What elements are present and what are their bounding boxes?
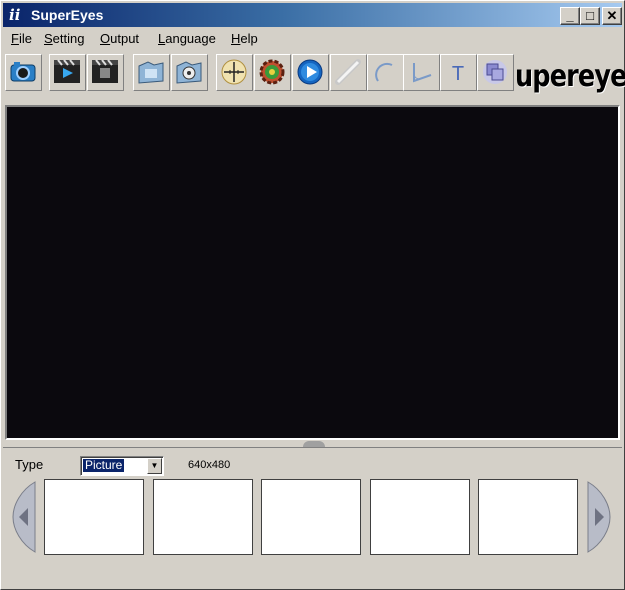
thumbnail-slot-1[interactable] (44, 479, 144, 555)
resolution-label: 640x480 (188, 459, 231, 471)
minimize-button[interactable]: _ (560, 7, 580, 25)
angle-icon (413, 63, 432, 83)
supereyes-logo: upereyes (515, 59, 625, 94)
type-select-value: Picture (83, 458, 125, 472)
settings-button[interactable] (254, 54, 291, 91)
play-icon (297, 59, 323, 85)
measure-arc-button[interactable] (367, 54, 404, 91)
thumbnail-slot-4[interactable] (370, 479, 470, 555)
superEyes-app-icon: ⅱ (9, 6, 21, 24)
arrow-left-icon (12, 481, 36, 553)
folder-icon (138, 61, 164, 84)
toolbar: T upereyes (3, 51, 625, 97)
camera-icon (10, 62, 36, 82)
arc-icon (375, 62, 393, 82)
text-button[interactable]: T (440, 54, 477, 91)
record-video-button[interactable] (49, 54, 86, 91)
thumbnail-slot-2[interactable] (153, 479, 253, 555)
next-button[interactable] (586, 480, 612, 554)
video-folder-icon (176, 61, 202, 84)
window-title: SuperEyes (31, 7, 104, 23)
thumbnail-slot-5[interactable] (478, 479, 578, 555)
menu-output[interactable]: Output (100, 31, 139, 46)
capture-photo-button[interactable] (5, 54, 42, 91)
menu-setting[interactable]: Setting (44, 31, 84, 46)
thumbnail-slot-3[interactable] (261, 479, 361, 555)
capture-panel: Type Picture ▼ 640x480 (3, 447, 622, 588)
overlay-button[interactable] (477, 54, 514, 91)
type-label: Type (15, 457, 44, 472)
menu-help[interactable]: Help (231, 31, 258, 46)
crosshair-button[interactable] (216, 54, 253, 91)
measure-angle-button[interactable] (403, 54, 440, 91)
play-button[interactable] (292, 54, 329, 91)
measure-line-button[interactable] (330, 54, 367, 91)
gear-icon (259, 59, 285, 85)
maximize-button[interactable]: □ (580, 7, 600, 25)
previous-button[interactable] (11, 480, 37, 554)
layers-icon (483, 60, 507, 84)
type-select[interactable]: Picture ▼ (80, 456, 164, 476)
video-clapper-stop-icon (92, 59, 118, 83)
dropdown-arrow-icon[interactable]: ▼ (147, 458, 162, 474)
video-clapper-play-icon (54, 59, 80, 83)
text-icon: T (452, 63, 464, 85)
stop-video-button[interactable] (87, 54, 124, 91)
app-window: ⅱ SuperEyes _ □ ✕ File Setting Output La… (0, 0, 625, 590)
menu-file[interactable]: File (11, 31, 32, 46)
menu-language[interactable]: Language (158, 31, 216, 46)
menu-bar: File Setting Output Language Help (3, 29, 622, 49)
crosshair-icon (221, 59, 247, 85)
ruler-icon (335, 59, 361, 85)
title-bar[interactable]: ⅱ SuperEyes _ □ ✕ (3, 3, 622, 27)
open-folder-button[interactable] (133, 54, 170, 91)
svg-text:T: T (452, 63, 464, 85)
close-button[interactable]: ✕ (602, 7, 622, 25)
arrow-right-icon (587, 481, 611, 553)
camera-preview[interactable] (5, 105, 620, 440)
open-video-folder-button[interactable] (171, 54, 208, 91)
